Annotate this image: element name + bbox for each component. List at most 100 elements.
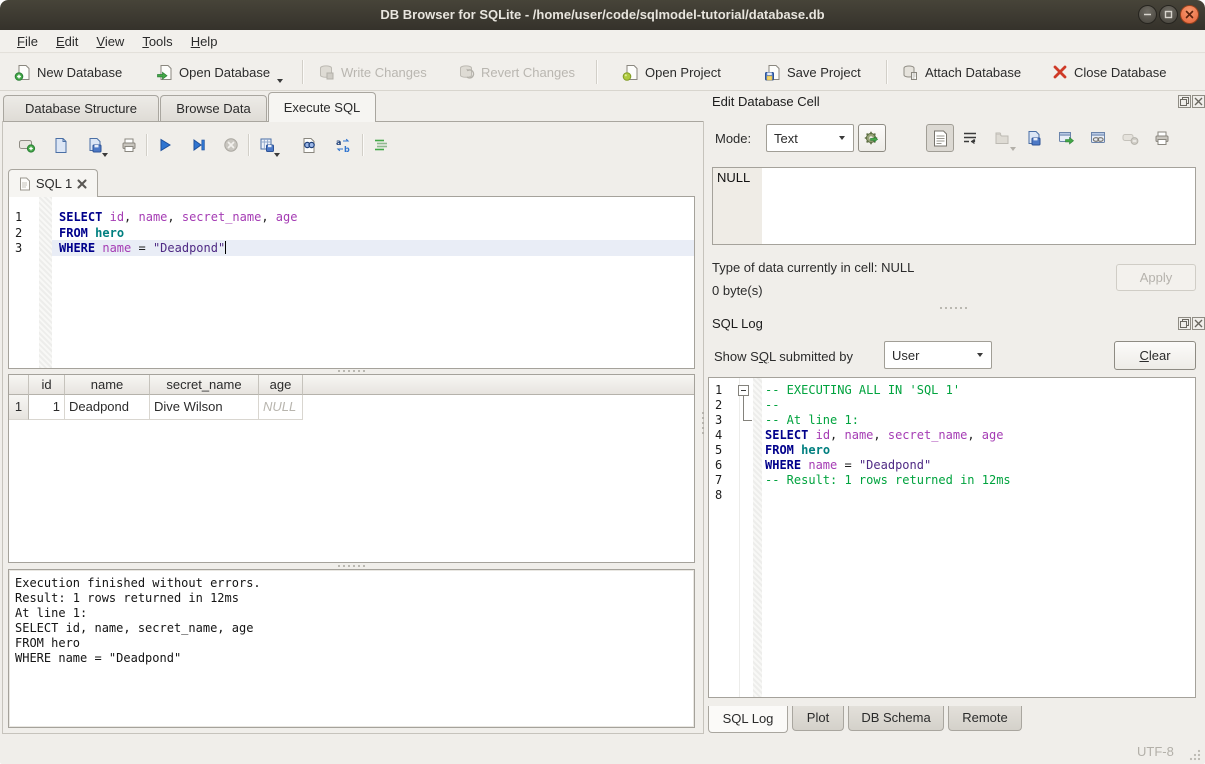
tab-database-structure[interactable]: Database Structure (3, 95, 159, 122)
clear-log-button[interactable]: Clear (1114, 341, 1196, 370)
column-header-name[interactable]: name (65, 375, 150, 395)
log-filter-select[interactable]: User (884, 341, 992, 369)
column-header-age[interactable]: age (259, 375, 303, 395)
bottom-tab-remote[interactable]: Remote (948, 706, 1022, 731)
editor-line-3: WHERE name = "Deadpond" (59, 241, 226, 257)
resize-grip[interactable] (1188, 748, 1202, 762)
log-line-number: 6 (715, 458, 722, 473)
word-wrap-button[interactable] (957, 125, 983, 151)
replace-button[interactable]: a b (330, 132, 356, 158)
app-window: DB Browser for SQLite - /home/user/code/… (0, 0, 1205, 764)
main-splitter-handle[interactable] (702, 412, 704, 434)
close-dock-button[interactable] (1192, 95, 1205, 108)
apply-mode-button[interactable] (858, 124, 886, 152)
bottom-tab-plot[interactable]: Plot (792, 706, 844, 731)
sql-editor[interactable]: 1 2 3 SELECT id, name, secret_name, age … (8, 196, 695, 369)
save-project-icon (764, 64, 781, 81)
tab-execute-sql[interactable]: Execute SQL (268, 92, 376, 122)
menu-file[interactable]: File (8, 32, 47, 51)
open-sql-tab-button[interactable] (14, 132, 40, 158)
import-data-button[interactable] (989, 125, 1015, 151)
sql-editor-tab[interactable]: SQL 1 (8, 169, 98, 197)
dock-splitter-handle[interactable] (940, 307, 967, 309)
set-null-button[interactable] (1117, 125, 1143, 151)
attach-database-icon (902, 64, 919, 81)
titlebar[interactable]: DB Browser for SQLite - /home/user/code/… (0, 0, 1205, 30)
output-line: WHERE name = "Deadpond" (15, 651, 181, 666)
export-data-button[interactable] (1021, 125, 1047, 151)
cell-editor-content: NULL (717, 170, 750, 185)
format-sql-icon (373, 137, 389, 153)
open-external-button[interactable] (1053, 125, 1079, 151)
save-sql-file-button[interactable] (82, 132, 108, 158)
chevron-down-icon (839, 136, 845, 140)
maximize-button[interactable] (1159, 5, 1178, 24)
text-mode-button[interactable] (926, 124, 954, 152)
output-line: Result: 1 rows returned in 12ms (15, 591, 239, 606)
new-database-button[interactable]: New Database (8, 57, 128, 87)
splitter-handle[interactable] (338, 370, 365, 372)
export-results-button[interactable] (254, 132, 280, 158)
cell-id[interactable]: 1 (29, 395, 65, 420)
mode-select[interactable]: Text (766, 124, 854, 152)
minimize-button[interactable] (1138, 5, 1157, 24)
cell-editor[interactable]: NULL (712, 167, 1196, 245)
tab-browse-data[interactable]: Browse Data (160, 95, 267, 122)
print-sql-button[interactable] (116, 132, 142, 158)
cell-secret-name[interactable]: Dive Wilson (150, 395, 259, 420)
open-project-button[interactable]: Open Project (616, 57, 727, 87)
set-null-icon (1122, 130, 1139, 146)
attach-database-button[interactable]: Attach Database (896, 57, 1027, 87)
close-button[interactable] (1180, 5, 1199, 24)
float-dock-button[interactable] (1178, 95, 1191, 108)
cell-name[interactable]: Deadpond (65, 395, 150, 420)
fold-collapse-button[interactable] (738, 385, 749, 396)
save-project-button[interactable]: Save Project (758, 57, 867, 87)
open-file-icon (53, 137, 69, 153)
open-database-dropdown-arrow[interactable] (277, 79, 283, 83)
cell-type-info: Type of data currently in cell: NULL (712, 260, 914, 275)
log-filter-label: Show SQL submitted by (714, 349, 853, 364)
close-tab-icon[interactable] (77, 179, 87, 189)
sql-log-view[interactable]: 1 2 3 4 5 6 7 8 -- EXECUTING ALL IN 'SQL… (708, 377, 1196, 698)
log-line-5: FROM hero (765, 443, 830, 458)
apply-button[interactable]: Apply (1116, 264, 1196, 291)
execute-line-button[interactable] (186, 132, 212, 158)
find-button[interactable] (296, 132, 322, 158)
print-cell-button[interactable] (1149, 125, 1175, 151)
bottom-tab-db-schema[interactable]: DB Schema (848, 706, 944, 731)
column-header-id[interactable]: id (29, 375, 65, 395)
revert-changes-button[interactable]: Revert Changes (452, 57, 581, 87)
svg-text:b: b (344, 145, 350, 153)
execution-output[interactable]: Execution finished without errors. Resul… (8, 569, 695, 728)
format-sql-button[interactable] (368, 132, 394, 158)
stop-icon (223, 137, 239, 153)
open-database-button[interactable]: Open Database (150, 57, 286, 87)
close-dock-button[interactable] (1192, 317, 1205, 330)
open-sql-file-button[interactable] (48, 132, 74, 158)
menu-tools[interactable]: Tools (133, 32, 181, 51)
stop-execution-button[interactable] (218, 132, 244, 158)
menu-help[interactable]: Help (182, 32, 227, 51)
export-data-icon (1026, 130, 1042, 146)
bottom-tab-sql-log[interactable]: SQL Log (708, 706, 788, 733)
float-dock-button[interactable] (1178, 317, 1191, 330)
toolbar-separator (596, 60, 598, 84)
menu-view[interactable]: View (87, 32, 133, 51)
close-database-button[interactable]: Close Database (1046, 57, 1173, 87)
line-number: 2 (15, 226, 22, 242)
menu-edit[interactable]: Edit (47, 32, 87, 51)
sql-toolbar-separator (248, 134, 250, 156)
column-header-secret-name[interactable]: secret_name (150, 375, 259, 395)
results-corner-header[interactable] (9, 375, 29, 395)
log-line-3: -- At line 1: (765, 413, 859, 428)
export-results-dropdown-arrow[interactable] (274, 153, 280, 157)
row-header[interactable]: 1 (9, 395, 29, 420)
results-table[interactable]: id name secret_name age 1 1 Deadpond Div… (8, 374, 695, 563)
cell-age[interactable]: NULL (259, 395, 303, 420)
save-file-dropdown-arrow[interactable] (102, 153, 108, 157)
execute-all-button[interactable] (152, 132, 178, 158)
window-link-button[interactable] (1085, 125, 1111, 151)
splitter-handle[interactable] (338, 565, 365, 567)
write-changes-button[interactable]: Write Changes (312, 57, 433, 87)
